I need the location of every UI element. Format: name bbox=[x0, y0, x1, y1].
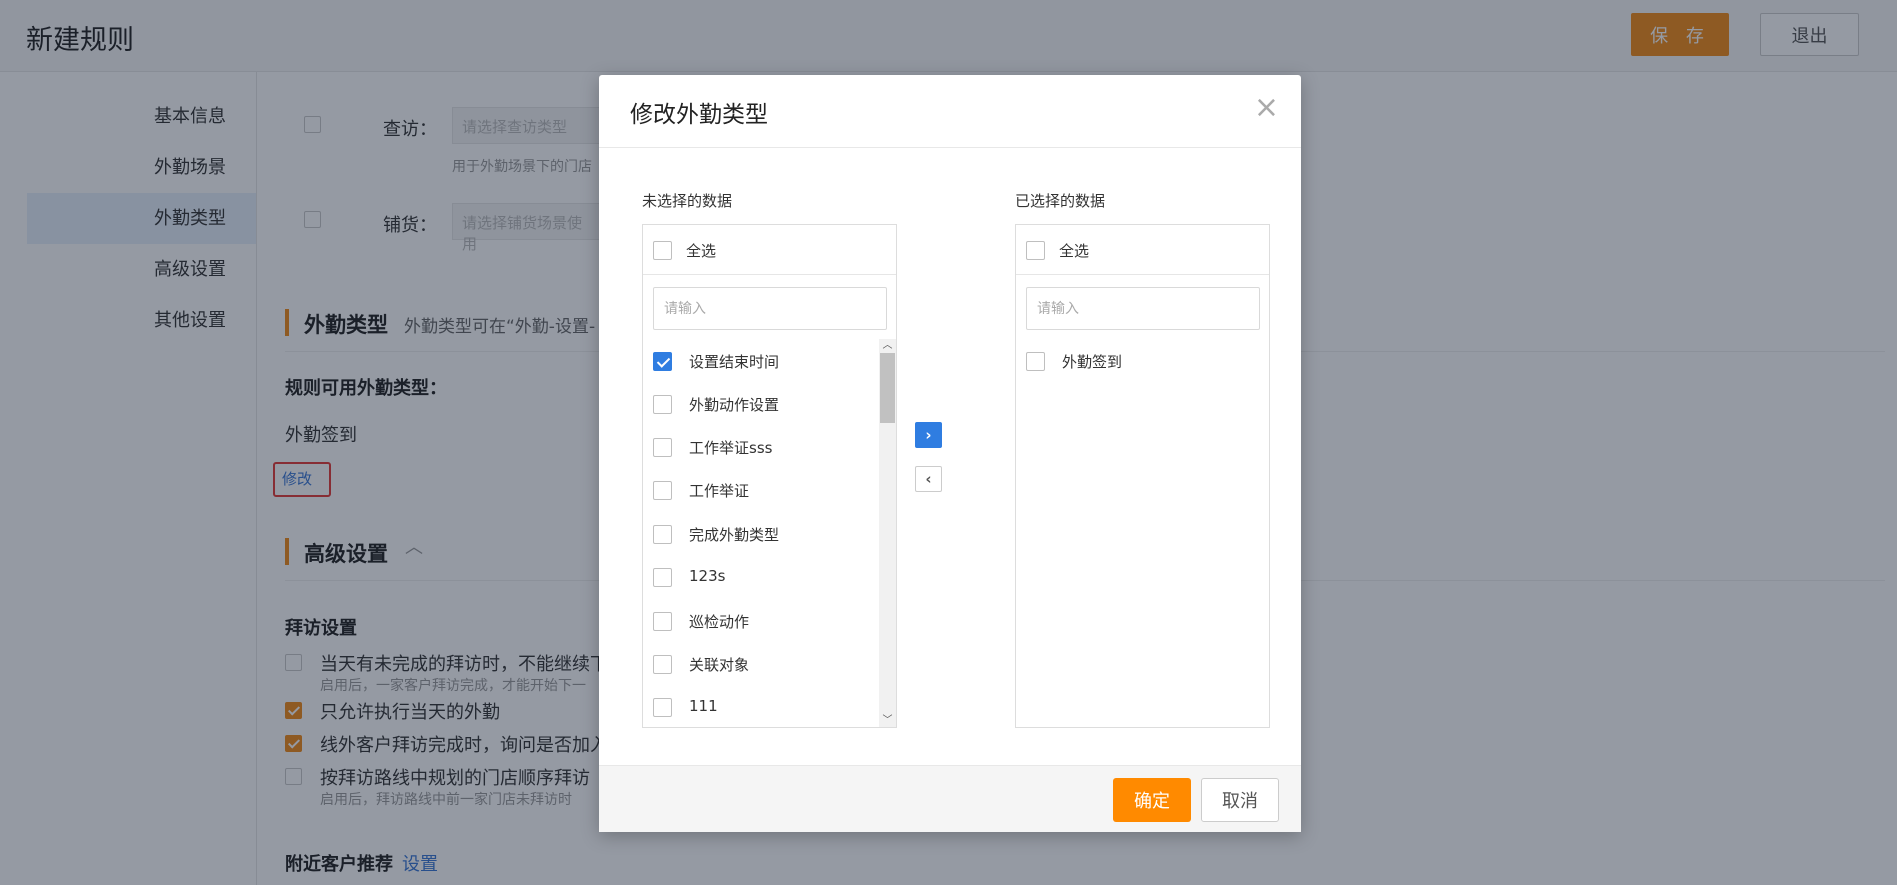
select-all-checkbox[interactable] bbox=[1026, 241, 1045, 260]
search-input[interactable] bbox=[1026, 287, 1260, 330]
selected-panel: 全选 外勤签到 bbox=[1015, 224, 1270, 728]
scrollbar[interactable]: ︿ ﹀ bbox=[879, 339, 896, 727]
move-left-button[interactable]: ‹ bbox=[915, 466, 942, 492]
item-checkbox[interactable] bbox=[653, 395, 672, 414]
confirm-button[interactable]: 确定 bbox=[1113, 778, 1191, 822]
scroll-down-icon[interactable]: ﹀ bbox=[879, 714, 896, 727]
cancel-button[interactable]: 取消 bbox=[1201, 778, 1279, 822]
unselected-label: 未选择的数据 bbox=[642, 192, 733, 210]
search-input[interactable] bbox=[653, 287, 887, 330]
selected-label: 已选择的数据 bbox=[1015, 192, 1106, 210]
list-item[interactable]: 巡检动作 bbox=[643, 604, 879, 640]
select-all-label: 全选 bbox=[686, 242, 717, 260]
close-icon[interactable]: × bbox=[1254, 93, 1279, 123]
item-label: 外勤签到 bbox=[1062, 353, 1123, 371]
item-checkbox[interactable] bbox=[653, 352, 672, 371]
list-item[interactable]: 外勤签到 bbox=[1016, 344, 1252, 380]
item-label: 工作举证sss bbox=[689, 439, 773, 457]
list-item[interactable]: 工作举证 bbox=[643, 473, 879, 509]
item-label: 工作举证 bbox=[689, 482, 750, 500]
item-checkbox[interactable] bbox=[653, 655, 672, 674]
select-all-checkbox[interactable] bbox=[653, 241, 672, 260]
item-checkbox[interactable] bbox=[653, 481, 672, 500]
item-checkbox[interactable] bbox=[653, 525, 672, 544]
item-label: 关联对象 bbox=[689, 656, 750, 674]
item-label: 外勤动作设置 bbox=[689, 396, 780, 414]
item-checkbox[interactable] bbox=[653, 612, 672, 631]
item-checkbox[interactable] bbox=[653, 438, 672, 457]
list-item[interactable]: 关联对象 bbox=[643, 647, 879, 683]
item-checkbox[interactable] bbox=[1026, 352, 1045, 371]
list-item[interactable]: 外勤动作设置 bbox=[643, 387, 879, 423]
item-label: 123s bbox=[689, 567, 726, 585]
scroll-thumb[interactable] bbox=[880, 353, 895, 423]
dialog-title: 修改外勤类型 bbox=[630, 102, 768, 128]
panel-header: 全选 bbox=[643, 225, 896, 275]
list-item[interactable]: 设置结束时间 bbox=[643, 344, 879, 380]
list-item[interactable]: 123s bbox=[643, 560, 879, 596]
select-all-label: 全选 bbox=[1059, 242, 1090, 260]
item-label: 完成外勤类型 bbox=[689, 526, 780, 544]
list-item[interactable]: 111 bbox=[643, 690, 879, 726]
item-checkbox[interactable] bbox=[653, 698, 672, 717]
item-checkbox[interactable] bbox=[653, 568, 672, 587]
list-item[interactable]: 工作举证sss bbox=[643, 430, 879, 466]
item-label: 设置结束时间 bbox=[689, 353, 780, 371]
item-label: 111 bbox=[689, 697, 718, 715]
move-right-button[interactable]: › bbox=[915, 422, 942, 448]
item-label: 巡检动作 bbox=[689, 613, 750, 631]
scroll-up-icon[interactable]: ︿ bbox=[879, 339, 896, 353]
edit-type-dialog: 修改外勤类型 × 未选择的数据 全选 设置结束时间 外勤动作设置 工作举证sss… bbox=[599, 75, 1301, 832]
dialog-header: 修改外勤类型 × bbox=[599, 75, 1301, 148]
panel-header: 全选 bbox=[1016, 225, 1269, 275]
unselected-panel: 全选 设置结束时间 外勤动作设置 工作举证sss 工作举证 完成外勤类型 123… bbox=[642, 224, 897, 728]
dialog-footer: 确定 取消 bbox=[599, 765, 1301, 832]
list-item[interactable]: 完成外勤类型 bbox=[643, 517, 879, 553]
